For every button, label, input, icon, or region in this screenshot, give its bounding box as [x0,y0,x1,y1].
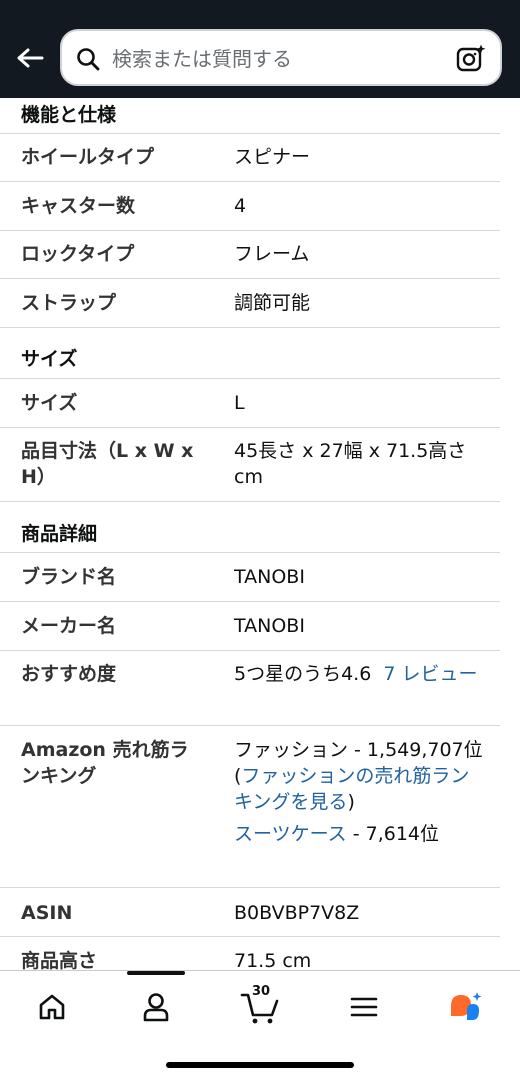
divider [0,427,500,428]
divider [0,378,500,379]
spec-label: ASIN [21,902,73,924]
menu-icon [350,997,378,1017]
spec-label: ホイールタイプ [21,146,155,168]
ranking-value: ファッション - 1,549,707位 (ファッションの売れ筋ランキングを見る)… [234,737,484,847]
spec-value: L [234,392,245,414]
ranking-suffix: ) [347,791,355,813]
divider [0,601,500,602]
spec-label: 品目寸法（L x W x H） [21,440,194,488]
divider [0,936,500,937]
divider [0,327,500,328]
section-title-details: 商品詳細 [21,523,98,545]
account-icon [143,993,169,1022]
divider [0,552,500,553]
home-indicator [166,1062,354,1068]
divider [0,181,500,182]
back-arrow-icon [17,48,44,68]
rating-value: 5つ星のうち4.6 7 レビュー [234,661,484,687]
divider [0,725,500,726]
search-icon [77,48,100,71]
spec-label: キャスター数 [21,195,136,217]
cart-count-badge: 30 [252,984,271,999]
spec-label: Amazon 売れ筋ランキング [21,739,189,787]
nav-rufus[interactable] [444,987,488,1027]
spec-value: 4 [234,195,247,217]
spec-label: ストラップ [21,292,117,314]
divider [0,887,500,888]
spec-value: フレーム [234,243,310,265]
section-title-features: 機能と仕様 [21,104,117,126]
nav-menu[interactable] [342,987,386,1027]
divider [0,133,500,134]
nav-cart[interactable]: 30 [238,984,282,1027]
spec-label: ロックタイプ [21,243,135,265]
subcategory-link[interactable]: スーツケース [234,823,347,845]
search-bar[interactable] [60,29,502,86]
spec-value: スピナー [234,146,311,168]
divider [0,501,500,502]
sub-ranking: スーツケース - 7,614位 [234,821,484,847]
nav-home[interactable] [30,987,74,1027]
spec-label: サイズ [21,392,78,414]
top-bar [0,0,520,98]
subcategory-rank: - 7,614位 [346,823,440,845]
spec-value: 71.5 cm [234,950,312,970]
spec-label: メーカー名 [21,615,117,637]
rating-text: 5つ星のうち4.6 [234,663,372,685]
divider [0,230,500,231]
spec-value: 調節可能 [234,292,311,314]
product-spec-table: 機能と仕様 ホイールタイプ スピナー キャスター数 4 ロックタイプ フレーム … [0,98,520,970]
spec-value: B0BVBP7V8Z [234,902,360,924]
spec-label: 商品高さ [21,950,98,970]
home-icon [39,994,65,1020]
back-button[interactable] [12,40,48,76]
spec-label: おすすめ度 [21,663,117,685]
spec-label: ブランド名 [21,566,117,588]
spec-value: TANOBI [234,566,305,588]
divider [0,278,500,279]
spec-value: 45長さ x 27幅 x 71.5高さ cm [234,440,467,488]
active-tab-indicator [127,971,185,975]
divider [0,650,500,651]
search-input[interactable] [110,41,454,77]
rufus-assistant-icon [451,992,482,1020]
section-title-size: サイズ [21,348,78,370]
nav-account[interactable] [134,987,178,1027]
camera-search-icon[interactable] [456,44,486,72]
spec-value: TANOBI [234,615,305,637]
reviews-link[interactable]: 7 レビュー [383,663,477,685]
